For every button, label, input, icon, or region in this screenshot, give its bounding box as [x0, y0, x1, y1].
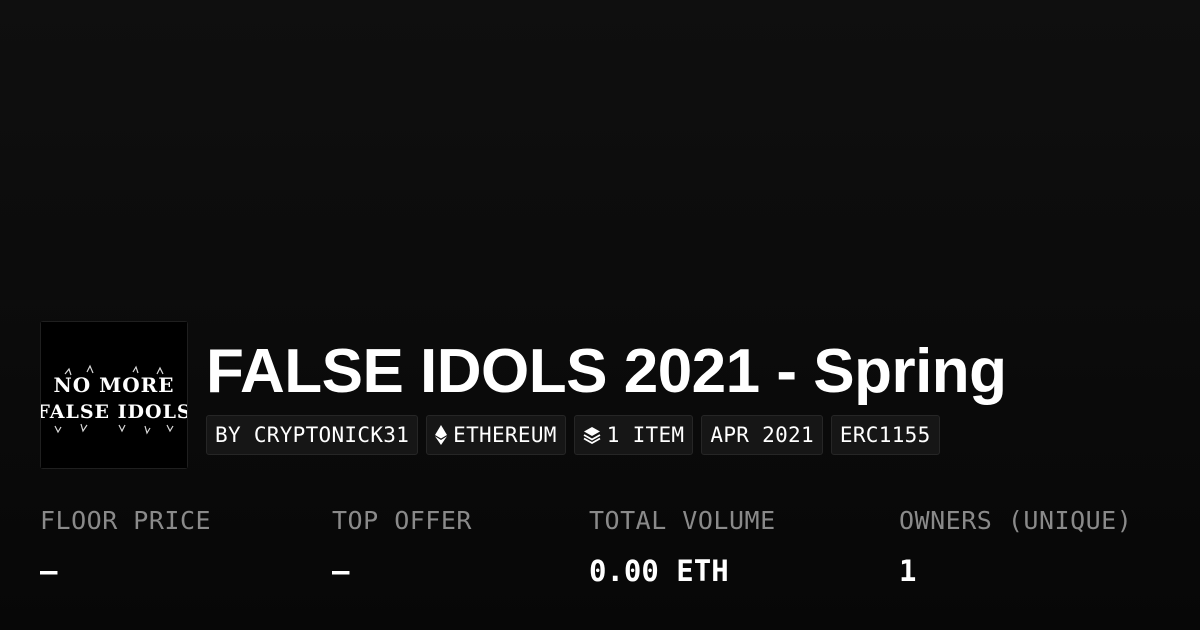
top-offer-value: –: [332, 554, 350, 588]
collection-title: FALSE IDOLS 2021 - Spring: [206, 337, 1007, 406]
total-volume-value: 0.00 ETH: [589, 554, 729, 588]
items-count-label: 1 ITEM: [606, 423, 685, 447]
total-volume-label: TOTAL VOLUME: [589, 506, 776, 535]
total-volume-stat: TOTAL VOLUME 0.00 ETH: [589, 504, 776, 588]
date-chip: APR 2021: [701, 415, 823, 455]
top-offer-label: TOP OFFER: [332, 506, 472, 535]
chain-chip: ETHEREUM: [426, 415, 566, 455]
created-date-label: APR 2021: [710, 423, 814, 447]
collection-logo-line2: FALSE IDOLS: [41, 401, 187, 423]
creator-chip[interactable]: BY CRYPTONICK31: [206, 415, 419, 455]
owners-label: OWNERS (UNIQUE): [899, 506, 1133, 535]
ethereum-icon: [435, 425, 448, 445]
creator-label: BY CRYPTONICK31: [215, 423, 410, 447]
layers-icon: [583, 426, 601, 444]
floor-price-label: FLOOR PRICE: [40, 506, 212, 535]
chain-label: ETHEREUM: [453, 423, 557, 447]
floor-price-value: –: [40, 554, 58, 588]
token-standard-label: ERC1155: [839, 423, 931, 447]
collection-meta-chips: BY CRYPTONICK31 ETHEREUM 1 ITEM APR 2021…: [206, 415, 940, 455]
collection-logo-line1: NO MORE: [53, 373, 174, 397]
items-chip: 1 ITEM: [573, 415, 694, 455]
top-offer-stat: TOP OFFER –: [332, 504, 472, 588]
collection-stats: FLOOR PRICE – TOP OFFER – TOTAL VOLUME 0…: [0, 504, 1200, 604]
owners-stat: OWNERS (UNIQUE) 1: [899, 504, 1132, 588]
collection-image: NO MORE FALSE IDOLS: [40, 321, 188, 469]
owners-value: 1: [899, 554, 917, 588]
collection-logo: NO MORE FALSE IDOLS: [41, 322, 187, 468]
token-standard-chip: ERC1155: [830, 415, 940, 455]
floor-price-stat: FLOOR PRICE –: [40, 504, 211, 588]
